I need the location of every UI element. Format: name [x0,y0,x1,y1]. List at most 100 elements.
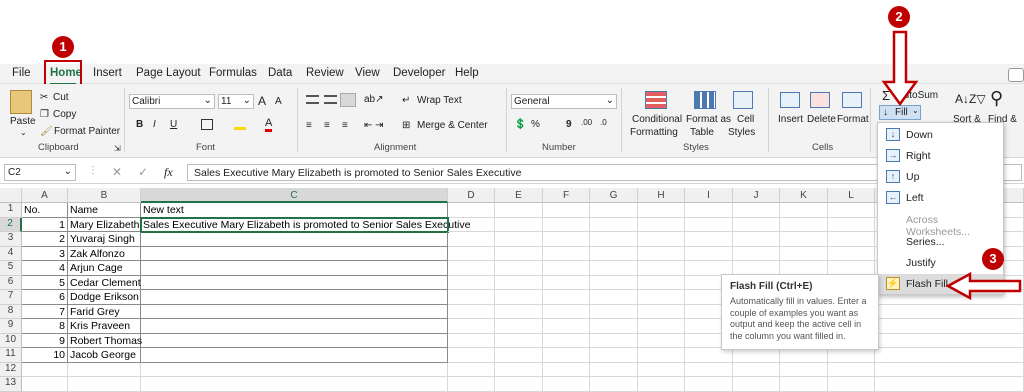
table-cell[interactable]: 2 [22,232,68,247]
row-header[interactable]: 13 [0,377,22,392]
table-cell[interactable] [543,348,590,363]
row-header[interactable]: 1 [0,203,22,218]
column-header[interactable]: A [22,188,68,203]
table-cell[interactable] [685,203,733,218]
table-cell[interactable] [141,333,448,348]
table-cell[interactable]: 3 [22,246,68,261]
table-cell[interactable] [495,333,543,348]
column-header[interactable]: C [141,188,448,203]
table-cell[interactable]: Arjun Cage [68,261,141,276]
table-cell[interactable] [495,232,543,247]
table-cell[interactable]: 1 [22,217,68,232]
delete-cells-icon[interactable] [810,92,830,108]
grow-font-button[interactable]: A [258,94,266,108]
table-cell[interactable] [68,377,141,392]
table-cell[interactable] [638,304,685,319]
currency-icon[interactable]: 💲 [514,119,526,130]
borders-icon[interactable] [201,119,213,130]
table-cell[interactable] [828,362,875,377]
row-header[interactable]: 5 [0,261,22,276]
table-cell[interactable] [875,333,1024,348]
top-align-icon[interactable] [306,95,319,104]
table-cell[interactable] [590,203,638,218]
fill-left-item[interactable]: ← Left [878,188,1003,208]
conditional-formatting-icon[interactable] [645,91,667,109]
table-cell[interactable] [590,290,638,305]
table-cell[interactable] [448,333,495,348]
table-cell[interactable] [590,362,638,377]
table-cell[interactable]: Robert Thomas [68,333,142,348]
table-cell[interactable] [638,290,685,305]
table-cell[interactable] [448,377,495,392]
fill-color-icon[interactable] [234,119,246,130]
menu-view[interactable]: View [355,67,380,79]
table-cell[interactable] [590,333,638,348]
table-cell[interactable]: Kris Praveen [68,319,141,334]
shrink-font-button[interactable]: A [275,96,282,107]
align-right-icon[interactable]: ≡ [342,120,348,131]
table-cell[interactable] [22,377,68,392]
table-cell[interactable] [141,290,448,305]
table-cell[interactable] [638,246,685,261]
table-cell[interactable] [828,377,875,392]
table-cell[interactable] [448,319,495,334]
table-cell[interactable] [495,246,543,261]
table-cell[interactable] [495,348,543,363]
table-cell[interactable] [780,217,828,232]
table-cell[interactable] [590,304,638,319]
table-cell[interactable] [141,362,448,377]
table-cell[interactable] [685,377,733,392]
table-cell[interactable] [543,275,590,290]
table-cell[interactable] [828,232,875,247]
table-cell[interactable] [495,261,543,276]
row-header[interactable]: 10 [0,333,22,348]
header-cell[interactable]: Name [68,203,141,218]
table-cell[interactable] [638,261,685,276]
wrap-text-button[interactable]: Wrap Text [417,95,462,106]
table-cell[interactable] [638,377,685,392]
column-header[interactable]: D [448,188,495,203]
cancel-icon[interactable]: ✕ [112,165,122,179]
header-cell[interactable]: New text [141,203,448,218]
table-cell[interactable]: Dodge Erikson [68,290,141,305]
table-cell[interactable]: Jacob George [68,348,141,363]
table-cell[interactable] [638,217,685,232]
row-header[interactable]: 2 [0,217,22,232]
clipboard-launcher-icon[interactable]: ⇲ [114,144,121,153]
increase-decimal-icon[interactable]: .00 [581,118,592,127]
orientation-icon[interactable]: ab↗ [364,94,384,105]
table-cell[interactable] [733,203,780,218]
align-center-icon[interactable]: ≡ [324,120,330,131]
menu-developer[interactable]: Developer [393,67,445,79]
table-cell[interactable] [780,203,828,218]
table-cell[interactable] [448,217,495,232]
font-color-button[interactable]: A [265,117,273,132]
table-cell[interactable] [780,348,828,363]
table-cell[interactable]: Farid Grey [68,304,141,319]
table-cell[interactable] [875,319,1024,334]
cut-button[interactable]: Cut [53,92,69,103]
menu-formulas[interactable]: Formulas [209,67,257,79]
row-header[interactable]: 3 [0,232,22,247]
menu-data[interactable]: Data [268,67,292,79]
table-cell[interactable] [141,319,448,334]
paste-label[interactable]: Paste [10,116,36,127]
table-cell[interactable]: 10 [22,348,68,363]
table-cell[interactable] [495,362,543,377]
table-label[interactable]: Table [690,127,714,138]
table-cell[interactable] [141,348,448,363]
table-cell[interactable] [733,217,780,232]
table-cell[interactable] [780,246,828,261]
table-cell[interactable] [590,261,638,276]
table-cell[interactable]: Mary Elizabeth [68,217,141,232]
paste-dropdown-icon[interactable]: ⌄ [20,128,27,137]
merge-center-button[interactable]: Merge & Center [417,120,488,131]
header-cell[interactable]: No. [22,203,68,218]
table-cell[interactable] [638,348,685,363]
row-header[interactable]: 12 [0,362,22,377]
table-cell[interactable] [875,362,1024,377]
table-cell[interactable] [448,203,495,218]
font-size-select[interactable]: 11 ⌄ [218,94,254,109]
table-cell[interactable] [448,348,495,363]
table-cell[interactable] [448,232,495,247]
